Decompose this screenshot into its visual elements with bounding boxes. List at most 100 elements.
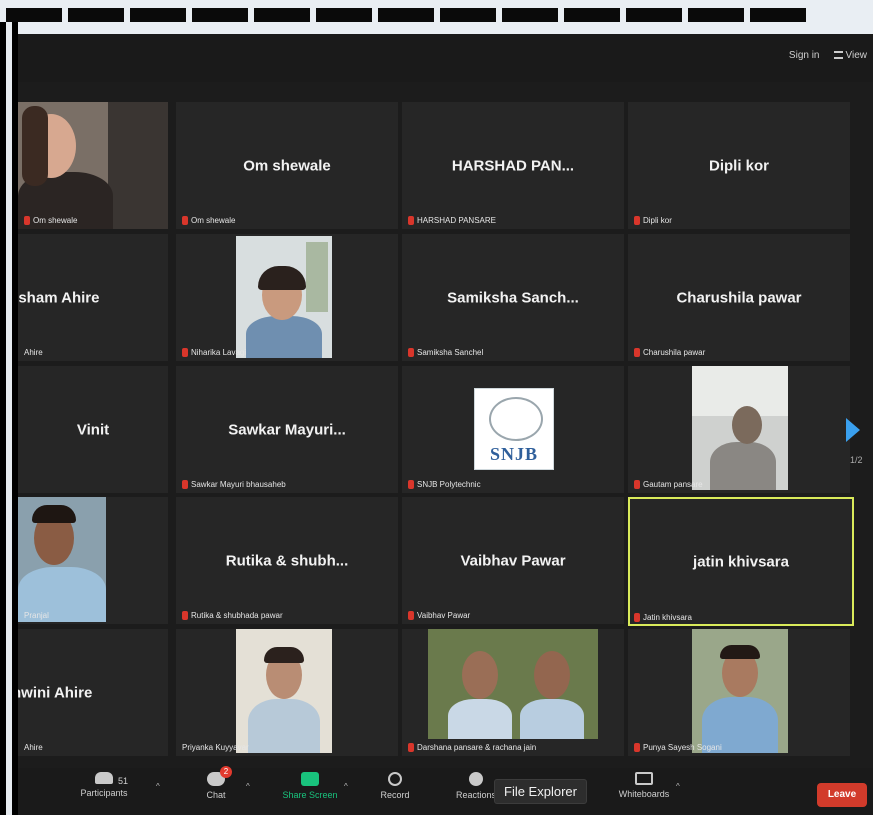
muted-mic-icon	[182, 216, 188, 225]
video-tile[interactable]: Gautam pansare	[628, 366, 850, 493]
next-page-arrow-icon[interactable]	[846, 418, 860, 442]
participant-name: HARSHAD PANSARE	[417, 216, 496, 225]
muted-mic-icon	[408, 743, 414, 752]
whiteboards-caret-icon[interactable]: ^	[676, 782, 680, 791]
participant-name: Om shewale	[33, 216, 78, 225]
muted-mic-icon	[408, 611, 414, 620]
record-button[interactable]: Record	[370, 772, 420, 800]
participant-video	[692, 366, 788, 490]
participant-name: Ahire	[24, 743, 43, 752]
video-tile[interactable]: Om shewale	[18, 102, 168, 229]
muted-mic-icon	[408, 348, 414, 357]
muted-mic-icon	[634, 743, 640, 752]
video-tile[interactable]: Vinit	[18, 366, 168, 493]
share-screen-button[interactable]: Share Screen	[270, 772, 350, 800]
participant-label: Punya Sayesh Sogani	[634, 743, 722, 752]
participant-name: Sawkar Mayuri bhausaheb	[191, 480, 286, 489]
chat-button[interactable]: 2 Chat	[196, 766, 236, 800]
share-caret-icon[interactable]: ^	[344, 782, 348, 791]
video-tile[interactable]: Priyanka Kuyyavar	[176, 629, 398, 756]
video-tile[interactable]: Niharika Lavagi	[176, 234, 398, 361]
participant-label: Om shewale	[24, 216, 77, 225]
participant-label: SNJB Polytechnic	[408, 480, 481, 489]
participant-label: Sawkar Mayuri bhausaheb	[182, 480, 286, 489]
participant-label: HARSHAD PANSARE	[408, 216, 496, 225]
video-tile[interactable]: Darshana pansare & rachana jain	[402, 629, 624, 756]
participant-display-name: jatin khivsara	[693, 553, 789, 570]
video-tile[interactable]: Dipli kor Dipli kor	[628, 102, 850, 229]
participant-name: Darshana pansare & rachana jain	[417, 743, 537, 752]
muted-mic-icon	[634, 613, 640, 622]
muted-mic-icon	[182, 480, 188, 489]
participant-label: Rutika & shubhada pawar	[182, 611, 283, 620]
muted-mic-icon	[408, 480, 414, 489]
participant-name: Ahire	[24, 348, 43, 357]
muted-mic-icon	[408, 216, 414, 225]
participant-display-name: hwini Ahire	[18, 684, 93, 701]
muted-mic-icon	[634, 348, 640, 357]
participant-name: Rutika & shubhada pawar	[191, 611, 283, 620]
video-tile[interactable]: HARSHAD PAN... HARSHAD PANSARE	[402, 102, 624, 229]
leave-button[interactable]: Leave	[817, 783, 867, 807]
record-icon	[388, 772, 402, 786]
chat-caret-icon[interactable]: ^	[246, 782, 250, 791]
participant-label: Pranjal	[24, 611, 49, 620]
participant-name: Niharika Lavagi	[191, 348, 247, 357]
video-tile[interactable]: SNJB SNJB Polytechnic	[402, 366, 624, 493]
video-tile[interactable]: Pranjal	[18, 497, 168, 624]
reactions-icon	[469, 772, 483, 786]
window-top-strip	[0, 0, 873, 34]
participants-icon	[95, 772, 113, 784]
participant-display-name: Charushila pawar	[676, 289, 802, 306]
participant-name: Om shewale	[191, 216, 236, 225]
video-tile[interactable]: Samiksha Sanch... Samiksha Sanchel	[402, 234, 624, 361]
video-tile[interactable]: Punya Sayesh Sogani	[628, 629, 850, 756]
participant-label: Jatin khivsara	[634, 613, 692, 622]
participant-name: Priyanka Kuyyavar	[182, 743, 249, 752]
participant-label: Niharika Lavagi	[182, 348, 246, 357]
participant-name: Punya Sayesh Sogani	[643, 743, 722, 752]
participant-display-name: Vinit	[76, 421, 110, 438]
video-tile[interactable]: Charushila pawar Charushila pawar	[628, 234, 850, 361]
participant-name: Jatin khivsara	[643, 613, 692, 622]
participant-label: Gautam pansare	[634, 480, 703, 489]
participant-video	[236, 236, 332, 358]
chat-badge: 2	[220, 766, 232, 778]
chat-icon: 2	[207, 766, 232, 786]
video-tile[interactable]: Rutika & shubh... Rutika & shubhada pawa…	[176, 497, 398, 624]
participant-video	[18, 497, 106, 622]
dashed-border	[0, 8, 873, 22]
sign-in-link[interactable]: Sign in	[789, 50, 820, 61]
participant-display-name: Samiksha Sanch...	[447, 289, 579, 306]
participant-label: Om shewale	[182, 216, 235, 225]
participant-name: Gautam pansare	[643, 480, 703, 489]
whiteboards-label: Whiteboards	[618, 789, 670, 799]
participant-video	[692, 629, 788, 753]
participant-display-name: esham Ahire	[18, 289, 100, 306]
left-frame	[0, 22, 18, 815]
muted-mic-icon	[24, 216, 30, 225]
participant-label: Charushila pawar	[634, 348, 705, 357]
muted-mic-icon	[634, 480, 640, 489]
whiteboards-button[interactable]: Whiteboards	[604, 772, 684, 799]
muted-mic-icon	[182, 611, 188, 620]
view-button[interactable]: View	[833, 50, 867, 61]
video-tile[interactable]: Om shewale Om shewale	[176, 102, 398, 229]
video-tile[interactable]: hwini Ahire Ahire	[18, 629, 168, 756]
video-tile[interactable]: Vaibhav Pawar Vaibhav Pawar	[402, 497, 624, 624]
participants-count: 51	[118, 776, 129, 786]
active-speaker-tile[interactable]: jatin khivsara Jatin khivsara	[628, 497, 854, 626]
participants-caret-icon[interactable]: ^	[156, 782, 160, 791]
participant-display-name: Dipli kor	[708, 157, 769, 174]
participant-name: Samiksha Sanchel	[417, 348, 484, 357]
participant-label: Samiksha Sanchel	[408, 348, 483, 357]
grid-view-icon	[833, 51, 843, 60]
participant-video	[236, 629, 332, 753]
participant-video	[18, 102, 168, 229]
top-right-controls: Sign in View	[789, 50, 867, 61]
video-tile[interactable]: esham Ahire Ahire	[18, 234, 168, 361]
chat-label: Chat	[206, 790, 226, 800]
video-tile[interactable]: Sawkar Mayuri... Sawkar Mayuri bhausaheb	[176, 366, 398, 493]
share-screen-icon	[301, 772, 319, 786]
participant-display-name: Om shewale	[243, 157, 331, 174]
